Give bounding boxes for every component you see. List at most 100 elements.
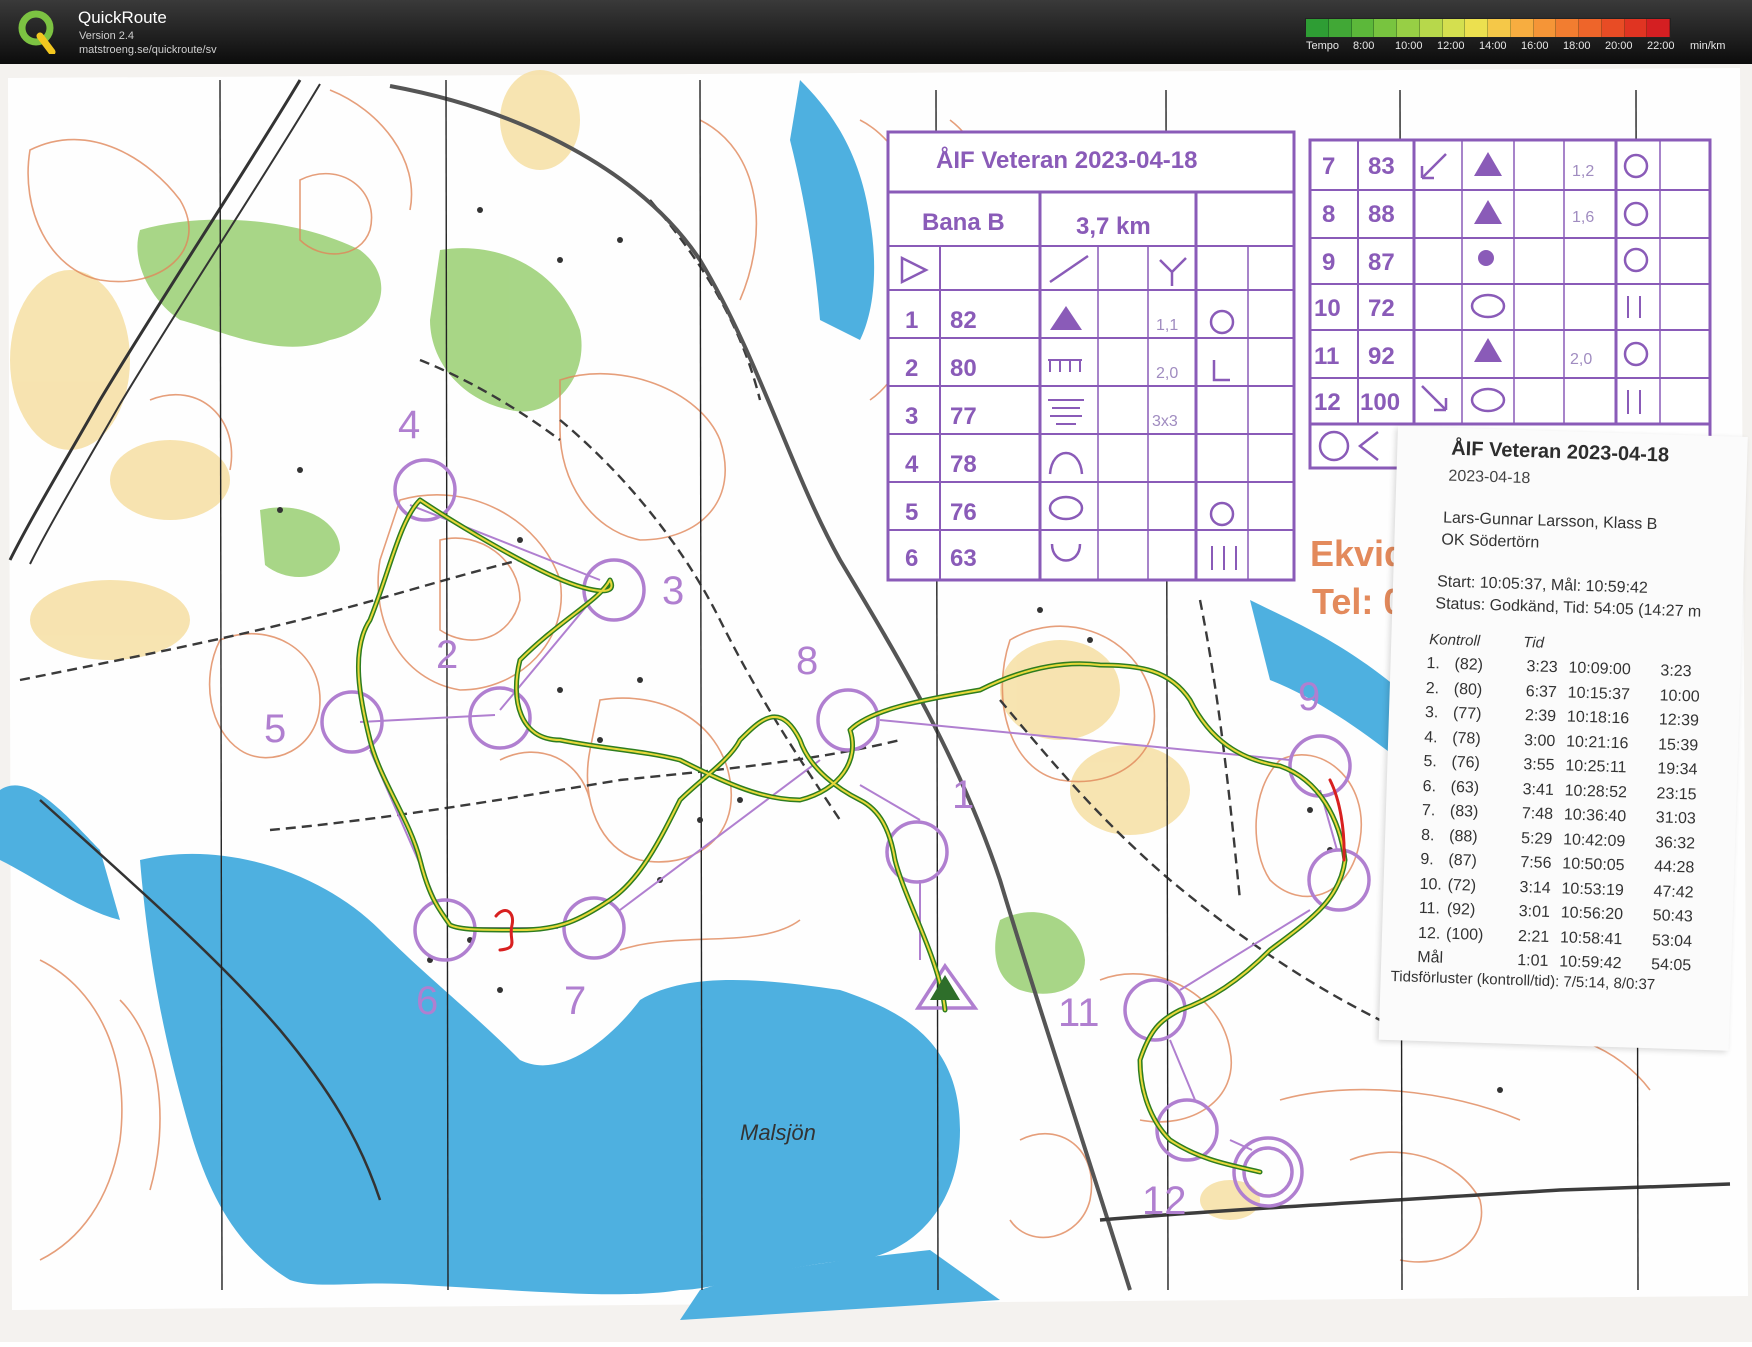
split-control-code: (88) <box>1448 827 1478 846</box>
control-number: 1 <box>952 773 974 817</box>
split-clock-time: 10:53:19 <box>1561 879 1625 899</box>
split-clock-time: 10:18:16 <box>1566 708 1630 728</box>
split-clock-time: 10:50:05 <box>1562 855 1625 875</box>
card-row-code: 82 <box>950 307 977 334</box>
card-row-size: 1,6 <box>1572 209 1594 226</box>
split-clock-time: 10:36:40 <box>1563 806 1627 826</box>
split-leg-time: 2:39 <box>1524 707 1557 726</box>
app-header: QuickRoute Version 2.4 matstroeng.se/qui… <box>0 0 1752 64</box>
card-row-code: 92 <box>1368 343 1395 370</box>
card-row-number: 4 <box>905 451 919 478</box>
split-control-number: 4. <box>1423 728 1438 746</box>
split-clock-time: 10:15:37 <box>1567 683 1631 703</box>
card-row-size: 2,0 <box>1156 365 1178 382</box>
dot-symbol-icon <box>1478 250 1494 266</box>
tempo-color-swatch <box>1351 19 1375 37</box>
tempo-color-swatch <box>1328 19 1352 37</box>
split-control-number: 10. <box>1419 875 1443 894</box>
split-control-code: (77) <box>1452 704 1482 723</box>
card-row-number: 11 <box>1314 343 1339 370</box>
split-leg-time: 3:55 <box>1523 756 1555 775</box>
split-leg-time: 2:21 <box>1517 927 1550 946</box>
card-row-number: 6 <box>905 545 918 572</box>
tempo-color-swatch <box>1556 19 1579 37</box>
control-number: 2 <box>436 633 458 677</box>
split-control-code: (83) <box>1449 802 1479 821</box>
control-number: 4 <box>398 403 420 447</box>
card-row-number: 7 <box>1322 153 1335 180</box>
split-total-time: 54:05 <box>1650 956 1692 975</box>
control-number: 5 <box>264 707 286 751</box>
control-number: 9 <box>1298 675 1320 719</box>
tempo-color-swatch <box>1374 19 1397 37</box>
split-control-code: (100) <box>1445 925 1484 944</box>
split-control-code: (78) <box>1451 729 1481 748</box>
split-total-time: 10:00 <box>1659 686 1700 706</box>
card-row-code: 78 <box>950 451 977 478</box>
card-row-code: 76 <box>950 499 977 526</box>
card-row-number: 1 <box>905 307 918 334</box>
split-clock-time: 10:58:41 <box>1559 928 1623 948</box>
tempo-color-swatch <box>1624 19 1648 37</box>
tempo-tick: 14:00 <box>1479 40 1507 52</box>
split-control-code: (76) <box>1451 753 1481 772</box>
card-row-size: 1,2 <box>1572 163 1594 180</box>
card-title: ÅIF Veteran 2023-04-18 <box>936 146 1197 174</box>
tempo-tick: 22:00 <box>1647 40 1675 52</box>
course-card-right: 7 83 8 88 9 87 10 72 11 92 12 100 1,2 1,… <box>1308 138 1712 470</box>
tempo-tick: 20:00 <box>1605 40 1633 52</box>
split-total-time: 44:28 <box>1654 858 1695 877</box>
tempo-tick: 16:00 <box>1521 40 1549 52</box>
tempo-color-scale <box>1305 18 1671 38</box>
split-clock-time: 10:28:52 <box>1564 781 1628 801</box>
split-control-code: (92) <box>1446 900 1476 919</box>
split-total-time: 3:23 <box>1660 662 1692 681</box>
split-total-time: 23:15 <box>1656 784 1697 804</box>
app-version: Version 2.4 <box>79 30 135 42</box>
tempo-color-swatch <box>1579 19 1602 37</box>
split-leg-time: 3:14 <box>1519 878 1551 897</box>
tempo-color-swatch <box>1510 19 1534 37</box>
tempo-tick: 12:00 <box>1437 40 1465 52</box>
receipt-title: ÅIF Veteran 2023-04-18 <box>1450 437 1670 467</box>
split-leg-time: 1:01 <box>1517 952 1549 970</box>
tempo-color-swatch <box>1465 19 1488 37</box>
split-leg-time: 7:56 <box>1520 854 1552 873</box>
receipt-col-control: Kontroll <box>1429 631 1481 650</box>
lake-name: Malsjön <box>740 1120 816 1145</box>
card-row-number: 5 <box>905 499 918 526</box>
split-total-time: 12:39 <box>1658 711 1700 730</box>
split-leg-time: 3:23 <box>1526 658 1558 677</box>
card-row-code: 63 <box>950 545 977 572</box>
card-row-number: 2 <box>905 355 918 382</box>
card-length: 3,7 km <box>1076 213 1151 240</box>
tempo-labels: Tempo 8:00 10:00 12:00 14:00 16:00 18:00… <box>1306 40 1725 54</box>
split-leg-time: 3:01 <box>1518 903 1551 922</box>
tempo-color-swatch <box>1397 19 1420 37</box>
receipt-runner: Lars-Gunnar Larsson, Klass B <box>1442 509 1658 534</box>
split-total-time: 15:39 <box>1657 735 1699 755</box>
card-row-number: 3 <box>905 403 918 430</box>
split-control-number: 12. <box>1417 924 1441 943</box>
split-clock-time: 10:21:16 <box>1565 732 1629 752</box>
card-row-number: 12 <box>1314 389 1341 416</box>
split-control-number: 1. <box>1426 655 1441 673</box>
split-leg-time: 5:29 <box>1520 829 1553 848</box>
receipt-club: OK Södertörn <box>1441 531 1540 552</box>
control-number: 3 <box>662 569 684 613</box>
split-control-code: (87) <box>1448 851 1478 870</box>
tempo-color-swatch <box>1533 19 1557 37</box>
split-leg-time: 6:37 <box>1525 682 1558 701</box>
card-row-code: 83 <box>1368 153 1395 180</box>
split-total-time: 50:43 <box>1652 907 1694 926</box>
app-url[interactable]: matstroeng.se/quickroute/sv <box>79 44 217 56</box>
tempo-color-swatch <box>1601 19 1625 37</box>
split-receipt: ÅIF Veteran 2023-04-18 2023-04-18 Lars-G… <box>1378 426 1748 1051</box>
split-leg-time: 3:41 <box>1522 780 1555 799</box>
split-leg-time: 7:48 <box>1521 805 1554 824</box>
split-clock-time: 10:42:09 <box>1562 830 1626 850</box>
split-total-time: 47:42 <box>1653 882 1694 902</box>
tempo-color-swatch <box>1419 19 1443 37</box>
card-row-code: 100 <box>1360 389 1400 416</box>
tempo-tick: 10:00 <box>1395 40 1423 52</box>
